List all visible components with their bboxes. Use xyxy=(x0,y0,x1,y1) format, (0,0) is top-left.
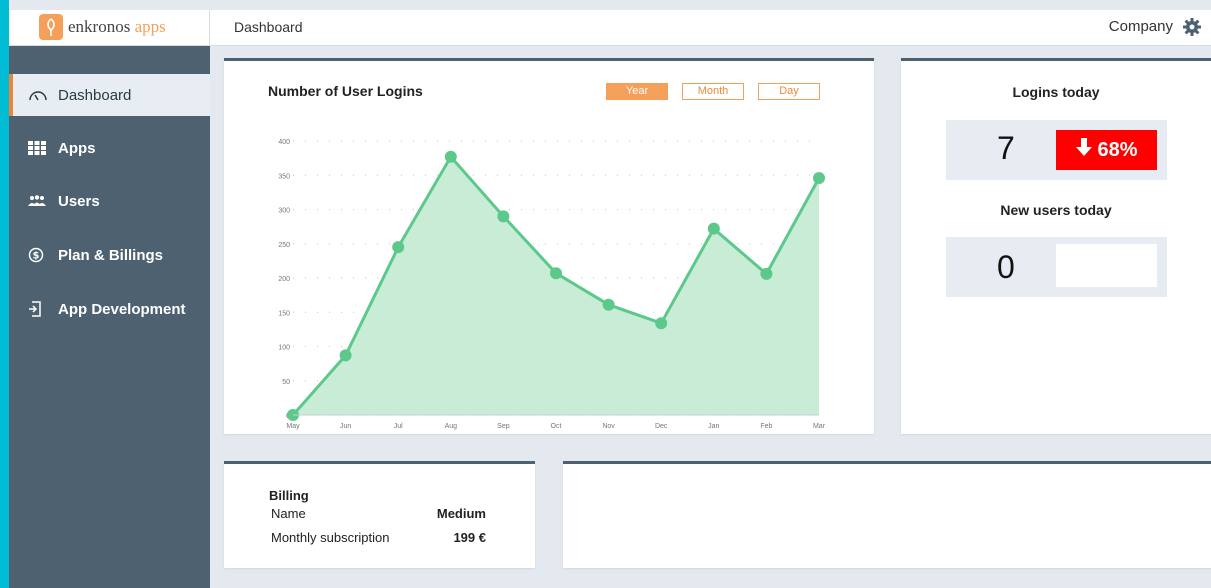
x-tick-label: Oct xyxy=(551,423,562,430)
sidebar-item-users[interactable]: Users xyxy=(9,180,210,222)
y-tick-label: 150 xyxy=(278,310,290,317)
x-tick-label: Jun xyxy=(340,423,351,430)
billing-card: Billing Name Medium Monthly subscription… xyxy=(224,461,535,568)
user-logins-chart-card: Number of User Logins Year Month Day 050… xyxy=(224,58,874,434)
data-point xyxy=(339,349,352,362)
logins-today-card: Logins today 7 68% New users today 0 xyxy=(901,58,1211,434)
logins-change-badge: 68% xyxy=(1056,130,1157,170)
x-tick-label: Nov xyxy=(602,423,615,430)
company-menu[interactable]: Company xyxy=(1109,18,1173,35)
logins-today-heading: Logins today xyxy=(1012,84,1100,100)
data-point xyxy=(760,267,773,280)
dollar-circle-icon: $ xyxy=(28,247,58,263)
new-users-today-stat: 0 xyxy=(946,237,1167,297)
empty-panel xyxy=(563,461,1211,568)
billing-name-label: Name xyxy=(271,506,306,521)
top-bar: enkronos apps Dashboard Company xyxy=(9,10,1211,46)
gear-icon[interactable] xyxy=(1181,16,1203,38)
new-users-today-value: 0 xyxy=(997,249,1015,285)
billing-title: Billing xyxy=(269,488,309,503)
x-tick-label: Aug xyxy=(445,423,458,430)
sidebar-item-app-development[interactable]: App Development xyxy=(9,288,210,330)
x-tick-label: Dec xyxy=(655,423,668,430)
sidebar: Dashboard Apps Users $ Plan & Billings A… xyxy=(9,46,210,588)
data-point xyxy=(655,317,668,330)
x-tick-label: Mar xyxy=(813,423,826,430)
billing-subscription-label: Monthly subscription xyxy=(271,530,390,545)
sidebar-item-label: Apps xyxy=(58,139,96,157)
x-tick-label: Sep xyxy=(497,423,510,430)
sidebar-item-apps[interactable]: Apps xyxy=(9,127,210,169)
sidebar-item-label: App Development xyxy=(58,300,186,318)
x-tick-label: May xyxy=(286,423,300,430)
logo-name: enkronos xyxy=(68,17,131,36)
data-point xyxy=(813,171,825,184)
logo-suffix: apps xyxy=(134,17,166,36)
window-edge-stripe xyxy=(0,0,9,588)
sidebar-item-label: Plan & Billings xyxy=(58,246,164,264)
logo[interactable]: enkronos apps xyxy=(9,10,210,46)
logins-today-value: 7 xyxy=(997,130,1015,166)
x-tick-label: Jan xyxy=(708,423,719,430)
data-point xyxy=(392,241,405,254)
y-tick-label: 350 xyxy=(278,173,290,180)
sidebar-item-plan-billings[interactable]: $ Plan & Billings xyxy=(9,234,210,276)
data-point xyxy=(444,150,457,163)
data-point xyxy=(602,298,615,311)
sidebar-item-label: Users xyxy=(58,192,100,210)
sidebar-item-label: Dashboard xyxy=(58,86,132,104)
new-users-change-badge xyxy=(1056,244,1157,287)
logins-change-value: 68% xyxy=(1097,138,1138,161)
arrow-down-icon xyxy=(1075,137,1093,163)
user-logins-chart: 050100150200250300350400MayJunJulAugSepO… xyxy=(278,139,826,430)
logins-today-stat: 7 68% xyxy=(946,120,1167,180)
y-tick-label: 200 xyxy=(278,276,290,283)
y-tick-label: 300 xyxy=(278,208,290,215)
data-point xyxy=(497,210,510,223)
y-tick-label: 400 xyxy=(278,139,290,146)
y-tick-label: 100 xyxy=(278,345,290,352)
grid-icon xyxy=(28,141,58,155)
users-icon xyxy=(28,195,58,207)
x-tick-label: Feb xyxy=(760,423,772,430)
logo-text: enkronos apps xyxy=(68,17,166,37)
data-point xyxy=(550,267,562,280)
y-tick-label: 50 xyxy=(282,379,290,386)
x-tick-label: Jul xyxy=(394,423,403,430)
gauge-icon xyxy=(28,88,58,102)
enkronos-logo-icon xyxy=(39,14,63,40)
new-users-today-heading: New users today xyxy=(1000,202,1112,218)
billing-row-name: Name Medium xyxy=(271,506,486,521)
sidebar-item-dashboard[interactable]: Dashboard xyxy=(9,74,210,116)
svg-text:$: $ xyxy=(33,251,40,262)
billing-subscription-value: 199 € xyxy=(453,530,486,545)
page-title: Dashboard xyxy=(234,19,303,35)
exit-door-icon xyxy=(28,301,58,317)
data-point xyxy=(707,222,720,235)
area-fill xyxy=(293,156,819,415)
y-tick-label: 250 xyxy=(278,242,290,249)
billing-name-value: Medium xyxy=(436,506,486,521)
billing-row-subscription: Monthly subscription 199 € xyxy=(271,530,486,545)
